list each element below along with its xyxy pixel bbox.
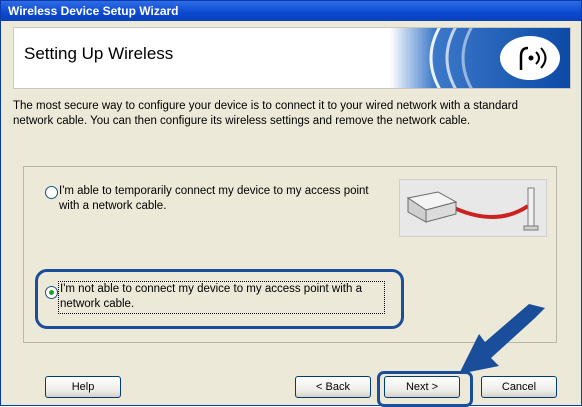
description-text: The most secure way to configure your de… — [13, 100, 518, 127]
printer-cable-accesspoint-icon — [399, 179, 547, 237]
next-button[interactable]: Next > — [384, 376, 460, 398]
cancel-button[interactable]: Cancel — [481, 376, 557, 398]
option-label-no-cable[interactable]: I'm not able to connect my device to my … — [60, 282, 382, 312]
option-label-connect-cable[interactable]: I'm able to temporarily connect my devic… — [59, 184, 379, 214]
pointer-arrow-icon — [459, 304, 545, 374]
back-button[interactable]: < Back — [295, 376, 371, 398]
help-button[interactable]: Help — [45, 376, 121, 398]
radio-selected-dot — [49, 290, 54, 295]
title-bar[interactable]: Wireless Device Setup Wizard — [1, 1, 581, 21]
window-title: Wireless Device Setup Wizard — [8, 4, 179, 18]
option-radio-no-cable[interactable] — [45, 286, 58, 299]
page-title: Setting Up Wireless — [24, 44, 174, 63]
wireless-signal-icon — [390, 28, 570, 88]
option-radio-connect-cable[interactable] — [45, 186, 58, 199]
header-panel: Setting Up Wireless — [13, 27, 571, 89]
wizard-window: Wireless Device Setup Wizard Setting Up … — [0, 0, 582, 407]
